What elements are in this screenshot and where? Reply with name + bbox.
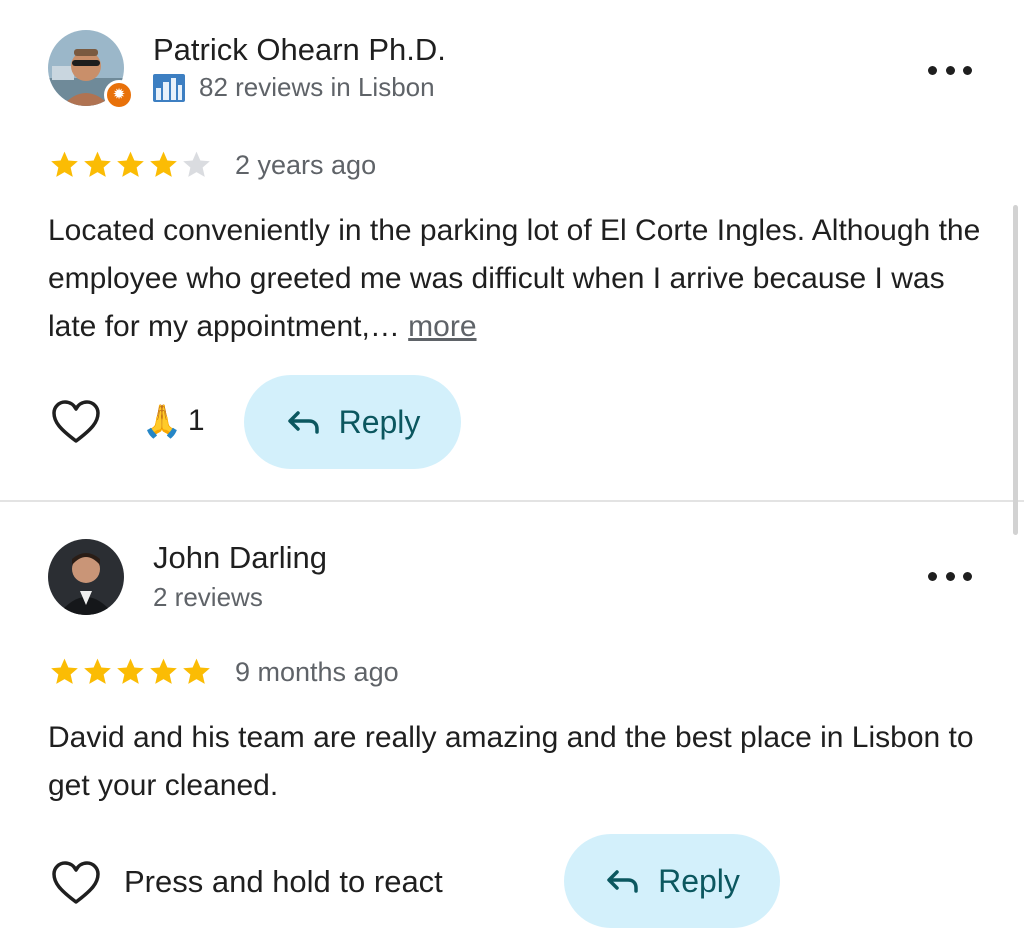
star-icon [84, 151, 111, 177]
reply-label: Reply [338, 403, 421, 440]
reply-button[interactable]: Reply [564, 834, 780, 928]
review-text: David and his team are really amazing an… [48, 714, 988, 810]
more-options-icon[interactable] [928, 58, 972, 82]
reaction-emoji: 🙏 [142, 403, 182, 439]
review-body: Located conveniently in the parking lot … [48, 214, 981, 343]
reply-arrow-icon [287, 411, 319, 434]
reaction-summary[interactable]: 🙏 1 [142, 402, 205, 440]
local-guide-badge-icon: ✹ [104, 80, 134, 110]
rating-row: 9 months ago [48, 656, 399, 688]
reply-label: Reply [658, 862, 740, 899]
reviewer-name[interactable]: John Darling [153, 540, 327, 576]
star-icon [117, 151, 144, 177]
reply-arrow-icon [607, 870, 638, 893]
react-hint: Press and hold to react [124, 864, 443, 899]
reply-button[interactable]: Reply [244, 375, 461, 469]
reaction-count: 1 [187, 404, 205, 437]
star-icon [51, 151, 78, 177]
rating-row: 2 years ago [48, 149, 376, 181]
scrollbar[interactable] [1013, 205, 1018, 535]
reviewer-meta: 82 reviews in Lisbon [153, 72, 435, 103]
star-icon [150, 658, 177, 684]
review-time: 9 months ago [235, 656, 399, 687]
review-card: ✹ Patrick Ohearn Ph.D. 82 reviews in Lis… [0, 0, 1024, 500]
review-text: Located conveniently in the parking lot … [48, 207, 988, 351]
more-options-icon[interactable] [928, 564, 972, 588]
star-icon [150, 151, 177, 177]
star-icon [183, 151, 210, 177]
reviewer-meta: 2 reviews [153, 582, 263, 613]
city-icon [153, 73, 185, 102]
avatar[interactable] [48, 539, 124, 615]
reviewer-name[interactable]: Patrick Ohearn Ph.D. [153, 32, 446, 68]
review-body: David and his team are really amazing an… [48, 721, 974, 802]
star-icon [84, 658, 111, 684]
star-rating [48, 656, 213, 688]
star-icon [117, 658, 144, 684]
reviewer-review-count: 82 reviews in Lisbon [199, 72, 435, 102]
more-link[interactable]: more [408, 310, 476, 343]
star-rating [48, 149, 213, 181]
star-icon [51, 658, 78, 684]
heart-icon[interactable] [50, 399, 102, 445]
star-icon [183, 658, 210, 684]
review-card: John Darling 2 reviews 9 months ago Davi… [0, 502, 1024, 946]
review-time: 2 years ago [235, 149, 377, 180]
heart-icon[interactable] [50, 860, 102, 906]
reviewer-review-count: 2 reviews [153, 582, 263, 612]
